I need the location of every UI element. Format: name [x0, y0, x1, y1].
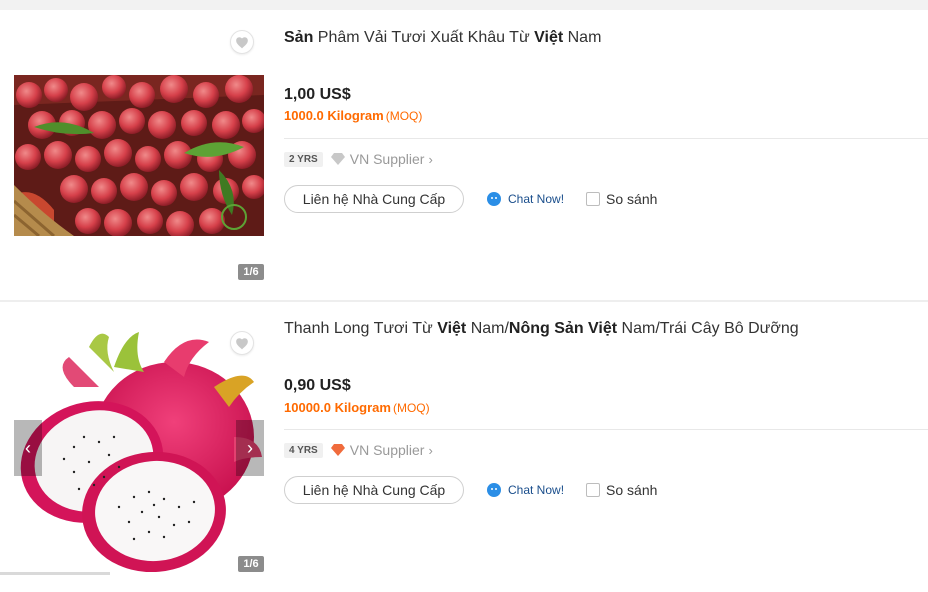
image-counter: 1/6: [238, 264, 264, 280]
moq-label: 10000.0 Kilogram (MOQ): [284, 400, 430, 415]
action-row: Liên hệ Nhà Cung Cấp Chat Now! So sánh: [284, 185, 657, 213]
diamond-icon: [330, 153, 345, 165]
moq-quantity: 10000.0 Kilogram: [284, 400, 391, 415]
moq-label: 1000.0 Kilogram (MOQ): [284, 108, 422, 123]
product-image-area[interactable]: ‹ › 1/6: [14, 302, 264, 587]
compare-label: So sánh: [606, 191, 658, 207]
supplier-label: VN Supplier: [349, 442, 425, 458]
contact-supplier-button[interactable]: Liên hệ Nhà Cung Cấp: [284, 185, 464, 213]
supplier-info[interactable]: 2 YRS VN Supplier ›: [284, 151, 433, 167]
title-segment: Nam/: [466, 320, 509, 337]
image-counter: 1/6: [238, 556, 264, 572]
product-image-area[interactable]: 1/6: [14, 10, 264, 295]
chat-now-link[interactable]: Chat Now!: [486, 482, 564, 498]
product-title[interactable]: Thanh Long Tươi Từ Việt Nam/Nông Sản Việ…: [284, 318, 799, 340]
action-row: Liên hệ Nhà Cung Cấp Chat Now! So sánh: [284, 476, 657, 504]
moq-quantity: 1000.0 Kilogram: [284, 108, 384, 123]
product-card: ‹ › 1/6 Thanh Long Tươi Từ Việt Nam/Nông…: [0, 302, 928, 592]
title-segment: Việt: [534, 29, 564, 46]
supplier-label: VN Supplier: [349, 151, 425, 167]
compare-toggle[interactable]: So sánh: [586, 482, 657, 498]
chevron-right-icon: ›: [428, 151, 433, 167]
years-badge: 2 YRS: [284, 151, 323, 167]
divider: [284, 429, 928, 430]
title-segment: Việt: [437, 320, 467, 337]
moq-tag: (MOQ): [392, 401, 430, 415]
product-title[interactable]: Sản Phâm Vải Tươi Xuất Khâu Từ Việt Nam: [284, 27, 601, 49]
title-segment: Thanh Long Tươi Từ: [284, 320, 438, 337]
favorite-heart-icon[interactable]: [230, 30, 254, 54]
title-segment: Nông Sản Việt: [508, 320, 618, 337]
diamond-icon: [330, 444, 345, 456]
title-segment: Phâm Vải Tươi Xuất Khâu Từ: [313, 29, 535, 46]
chat-label: Chat Now!: [508, 483, 565, 497]
chat-label: Chat Now!: [508, 192, 565, 206]
compare-checkbox[interactable]: [586, 483, 601, 497]
product-card: 1/6 Sản Phâm Vải Tươi Xuất Khâu Từ Việt …: [0, 10, 928, 300]
top-strip: [0, 0, 928, 10]
compare-checkbox[interactable]: [586, 192, 601, 206]
chat-bubble-icon: [486, 191, 502, 207]
chat-now-link[interactable]: Chat Now!: [486, 191, 564, 207]
supplier-info[interactable]: 4 YRS VN Supplier ›: [284, 442, 433, 458]
chevron-right-icon: ›: [428, 442, 433, 458]
title-segment: Nam: [563, 29, 602, 46]
dragon-fruit-photo[interactable]: [14, 327, 264, 572]
title-segment: Sản: [284, 29, 314, 46]
compare-toggle[interactable]: So sánh: [586, 191, 657, 207]
years-badge: 4 YRS: [284, 442, 323, 458]
next-image-button[interactable]: ›: [236, 420, 264, 476]
product-price: 0,90 US$: [284, 377, 351, 394]
product-price: 1,00 US$: [284, 86, 351, 103]
divider: [284, 138, 928, 139]
compare-label: So sánh: [606, 482, 658, 498]
lychee-photo[interactable]: [14, 75, 264, 236]
moq-tag: (MOQ): [385, 109, 423, 123]
contact-supplier-button[interactable]: Liên hệ Nhà Cung Cấp: [284, 476, 464, 504]
prev-image-button[interactable]: ‹: [14, 420, 42, 476]
chat-bubble-icon: [486, 482, 502, 498]
title-segment: Nam/Trái Cây Bô Dưỡng: [617, 320, 799, 337]
